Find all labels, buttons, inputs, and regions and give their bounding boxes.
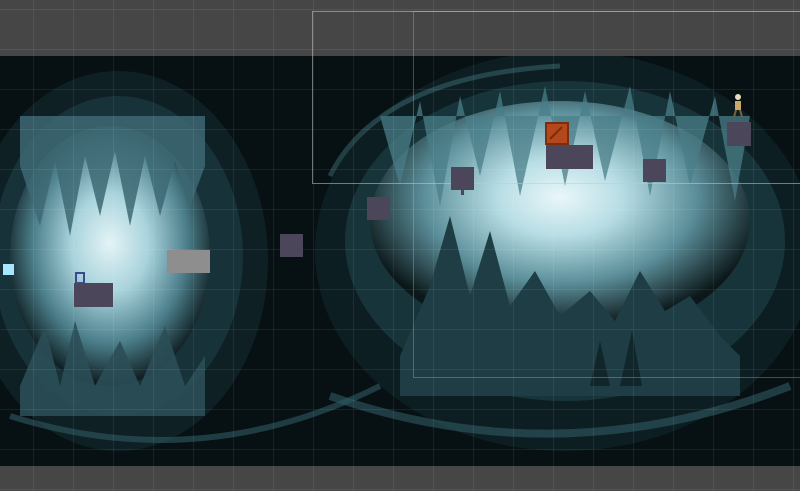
- trigger-bounds-gizmo[interactable]: [413, 11, 800, 378]
- character-sprite-icon[interactable]: [731, 93, 745, 119]
- platform-block[interactable]: [727, 122, 751, 146]
- door-outline-icon[interactable]: [75, 272, 85, 284]
- platform-block[interactable]: [546, 145, 593, 169]
- light-block[interactable]: [3, 264, 14, 275]
- character-sprite-icon: [733, 94, 743, 118]
- scene-view[interactable]: [0, 0, 800, 491]
- platform-block[interactable]: [643, 159, 666, 182]
- gray-block[interactable]: [167, 250, 210, 273]
- crate-icon[interactable]: [545, 122, 569, 145]
- crate-slash-mark: [549, 126, 563, 140]
- platform-block[interactable]: [367, 197, 390, 220]
- platform-block[interactable]: [74, 283, 113, 307]
- platform-pin: [461, 190, 464, 195]
- platform-block[interactable]: [451, 167, 474, 190]
- platform-block[interactable]: [280, 234, 303, 257]
